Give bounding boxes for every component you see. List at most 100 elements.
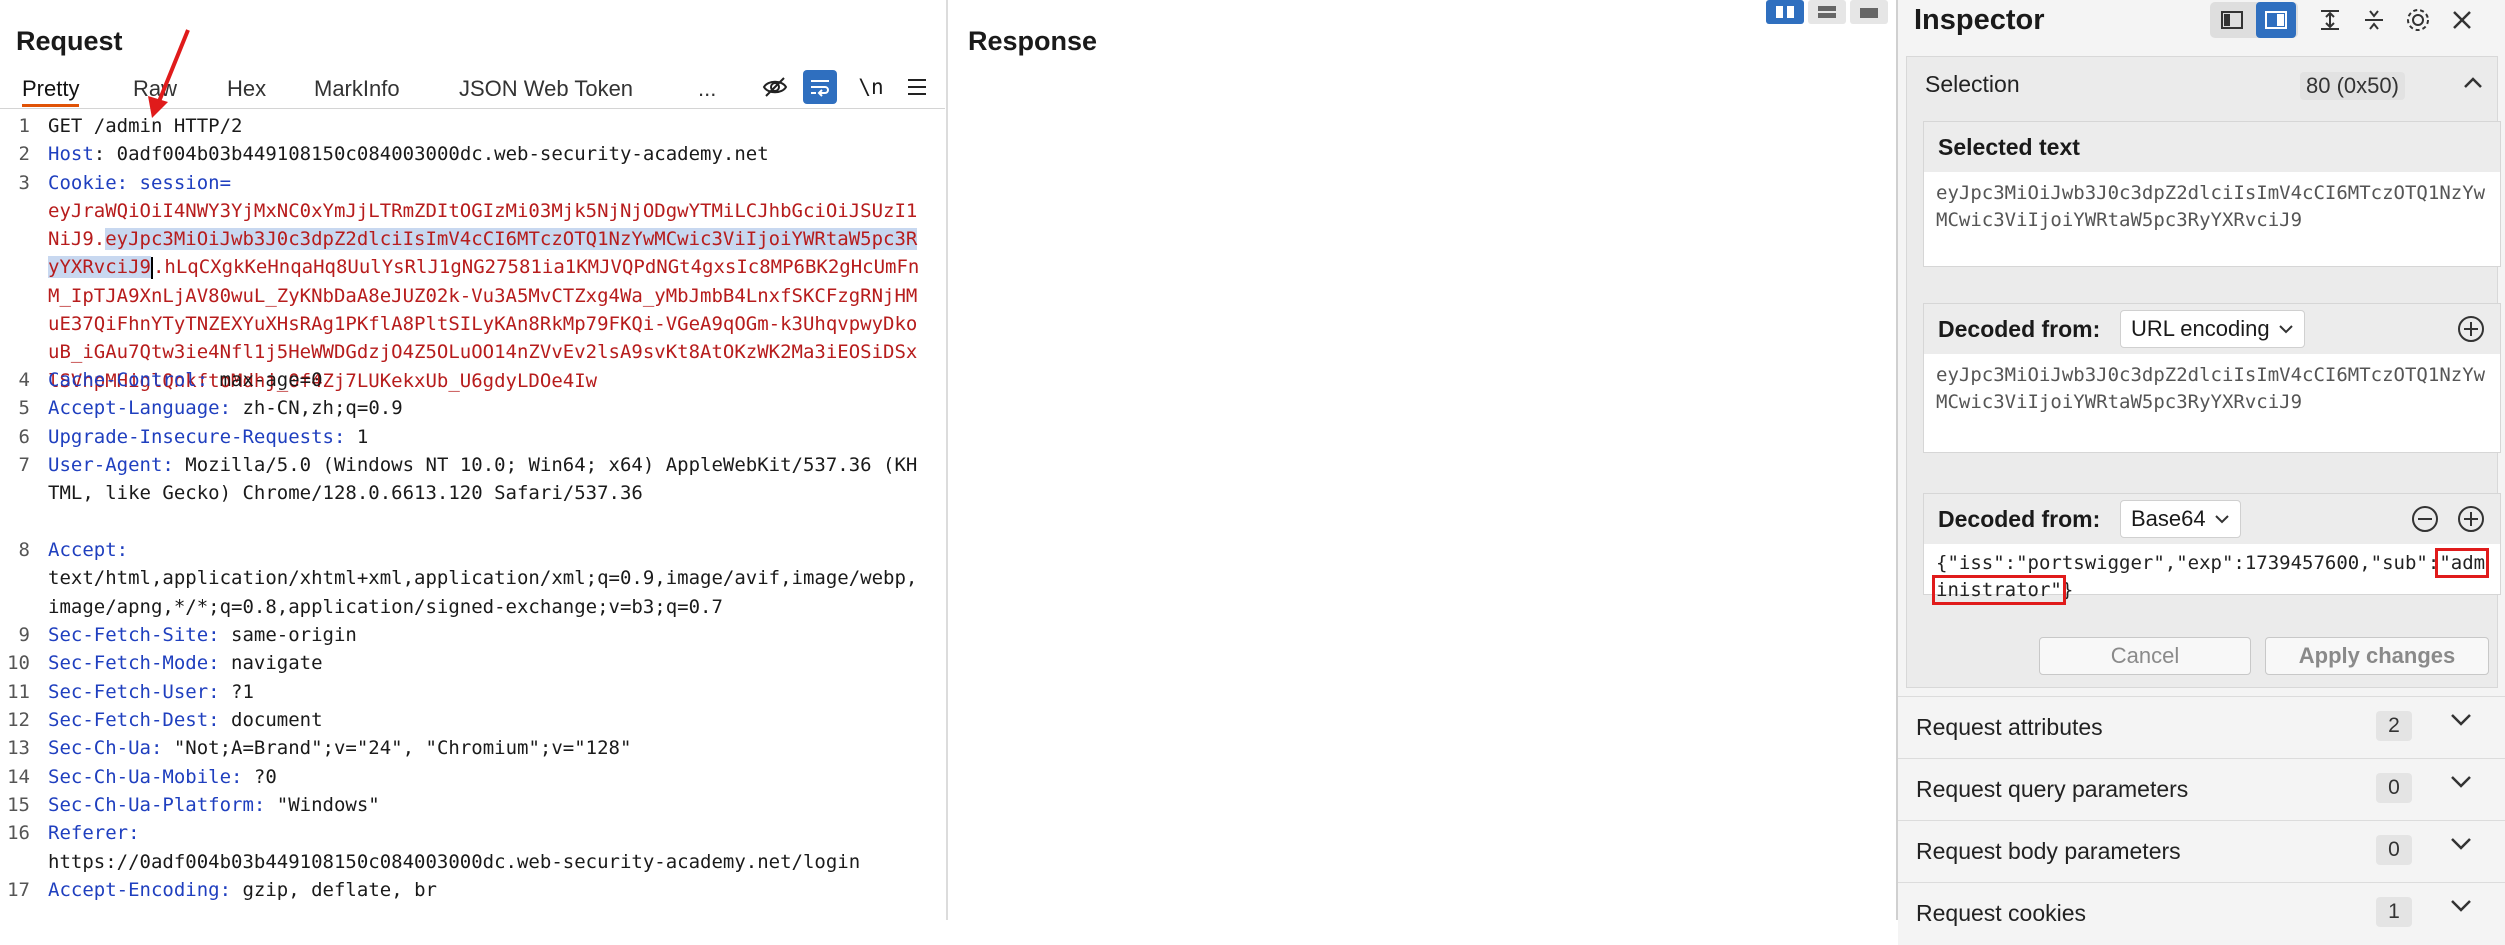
line-number: 4 bbox=[18, 369, 30, 391]
header-line: Sec-Ch-Ua-Mobile: ?0 bbox=[48, 765, 277, 788]
line-number: 13 bbox=[7, 737, 30, 760]
decoded-url-card: Decoded from: URL encoding eyJpc3MiOiJwb… bbox=[1923, 303, 2501, 453]
line-number: 16 bbox=[7, 822, 30, 845]
line-number: 17 bbox=[7, 879, 30, 901]
header-line: Accept-Encoding: gzip, deflate, br bbox=[48, 879, 437, 901]
line-number: 2 bbox=[18, 143, 30, 166]
selected-text-card: Selected text eyJpc3MiOiJwb3J0c3dpZ2dlci… bbox=[1923, 121, 2501, 267]
request-editor[interactable]: 1 GET /admin HTTP/2 2 Host: 0adf004b03b4… bbox=[0, 112, 945, 920]
header-line: Accept: text/html,application/xhtml+xml,a… bbox=[48, 539, 918, 618]
line-number: 6 bbox=[18, 425, 30, 448]
line-number: 10 bbox=[7, 652, 30, 675]
header-name: Sec-Ch-Ua-Mobile bbox=[48, 765, 232, 788]
encoding-dropdown[interactable]: Base64 bbox=[2120, 500, 2241, 538]
menu-icon[interactable] bbox=[900, 70, 934, 104]
layout-stacked-icon[interactable] bbox=[1808, 0, 1846, 24]
cancel-button[interactable]: Cancel bbox=[2039, 637, 2251, 675]
chevron-down-icon[interactable] bbox=[2450, 837, 2472, 851]
header-name: Accept bbox=[48, 539, 117, 561]
header-value: document bbox=[231, 709, 323, 731]
line-number: 7 bbox=[18, 454, 30, 476]
newline-toggle[interactable]: \n bbox=[854, 70, 888, 104]
encoding-selected: Base64 bbox=[2131, 506, 2206, 531]
header-value: 0adf004b03b449108150c084003000dc.web-sec… bbox=[116, 143, 769, 166]
section-label: Request query parameters bbox=[1916, 776, 2189, 802]
encoding-dropdown[interactable]: URL encoding bbox=[2120, 310, 2305, 348]
line-number: 11 bbox=[7, 680, 30, 703]
selection-label: Selection bbox=[1925, 71, 2020, 97]
header-line: Sec-Fetch-Dest: document bbox=[48, 709, 323, 731]
remove-decoding-icon[interactable] bbox=[2410, 504, 2440, 534]
expand-all-icon[interactable] bbox=[2310, 2, 2350, 38]
annotation-arrow-icon bbox=[148, 29, 190, 118]
add-decoding-icon[interactable] bbox=[2456, 504, 2486, 534]
tab-json-web-token[interactable]: JSON Web Token bbox=[459, 76, 633, 102]
section-label: Request body parameters bbox=[1916, 838, 2181, 864]
header-value: text/html,application/xhtml+xml,applicat… bbox=[48, 567, 918, 618]
header-value: "Windows" bbox=[276, 794, 380, 816]
layout-side-by-side-icon[interactable] bbox=[1766, 0, 1804, 24]
header-value: "Not;A=Brand";v="24", "Chromium";v="128" bbox=[173, 737, 632, 760]
chevron-down-icon[interactable] bbox=[2450, 775, 2472, 789]
header-line: User-Agent: Mozilla/5.0 (Windows NT 10.0… bbox=[48, 454, 918, 505]
header-line: Sec-Fetch-Site: same-origin bbox=[48, 624, 357, 646]
header-name: Sec-Fetch-User bbox=[48, 680, 209, 703]
decoded-json-suffix: } bbox=[2061, 579, 2074, 601]
header-name: Upgrade-Insecure-Requests bbox=[48, 425, 334, 448]
selected-text-header: Selected text bbox=[1924, 122, 2500, 172]
chevron-down-icon bbox=[2278, 325, 2293, 334]
chevron-down-icon[interactable] bbox=[2450, 899, 2472, 913]
selected-text-label: Selected text bbox=[1938, 134, 2080, 160]
selected-text-value[interactable]: eyJpc3MiOiJwb3J0c3dpZ2dlciIsImV4cCI6MTcz… bbox=[1936, 180, 2486, 234]
settings-gear-icon[interactable] bbox=[2398, 2, 2438, 38]
header-name: Sec-Ch-Ua-Platform bbox=[48, 794, 254, 816]
header-value: https://0adf004b03b449108150c084003000dc… bbox=[48, 850, 861, 873]
inspector-view-list-icon[interactable] bbox=[2212, 2, 2252, 38]
request-query-parameters-row[interactable]: Request query parameters 0 bbox=[1898, 758, 2505, 821]
header-name: Referer bbox=[48, 822, 129, 845]
request-body-parameters-row[interactable]: Request body parameters 0 bbox=[1898, 820, 2505, 883]
word-wrap-icon[interactable] bbox=[803, 70, 837, 104]
line-number: 14 bbox=[7, 765, 30, 788]
tab-more[interactable]: ... bbox=[698, 76, 716, 102]
header-line: Accept-Language: zh-CN,zh;q=0.9 bbox=[48, 397, 403, 420]
request-attributes-row[interactable]: Request attributes 2 bbox=[1898, 696, 2505, 759]
decoded-base64-card: Decoded from: Base64 {"iss":"portswigger… bbox=[1923, 493, 2501, 605]
request-title: Request bbox=[16, 26, 123, 56]
header-name: Sec-Ch-Ua bbox=[48, 737, 151, 760]
layout-tabs-icon[interactable] bbox=[1850, 0, 1888, 24]
section-label: Request cookies bbox=[1916, 900, 2087, 926]
hide-nonprintable-icon[interactable] bbox=[758, 70, 792, 104]
request-cookies-row[interactable]: Request cookies 1 bbox=[1898, 882, 2505, 945]
request-pane: Request Pretty Raw Hex MarkInfo JSON Web… bbox=[0, 0, 945, 920]
apply-changes-button[interactable]: Apply changes bbox=[2265, 637, 2489, 675]
line-number: 9 bbox=[18, 624, 30, 646]
header-value: 1 bbox=[356, 425, 369, 448]
header-name: Cache-Control bbox=[48, 369, 197, 391]
close-icon[interactable] bbox=[2442, 2, 2482, 38]
tab-markinfo[interactable]: MarkInfo bbox=[314, 76, 400, 102]
cookie-header-line: Cookie: session= eyJraWQiOiI4NWY3YjMxNC0… bbox=[48, 171, 920, 392]
selection-section: Selection 80 (0x50) Selected text eyJpc3… bbox=[1906, 56, 2501, 688]
inspector-panel: Inspector Selection 80 (0x50) Selected t… bbox=[1898, 0, 2505, 945]
header-value: max-age=0 bbox=[219, 369, 323, 391]
section-count: 1 bbox=[2376, 897, 2412, 927]
decoded-base64-value[interactable]: {"iss":"portswigger","exp":1739457600,"s… bbox=[1931, 548, 2490, 605]
header-value: zh-CN,zh;q=0.9 bbox=[242, 397, 403, 420]
inspector-view-panel-icon[interactable] bbox=[2256, 2, 2296, 38]
cookie-name: session= bbox=[139, 171, 232, 194]
decoded-base64-header: Decoded from: Base64 bbox=[1924, 494, 2500, 544]
header-line: Sec-Ch-Ua-Platform: "Windows" bbox=[48, 794, 380, 816]
header-value: gzip, deflate, br bbox=[242, 879, 437, 901]
add-decoding-icon[interactable] bbox=[2456, 314, 2486, 344]
tab-pretty[interactable]: Pretty bbox=[22, 76, 80, 107]
chevron-down-icon[interactable] bbox=[2450, 713, 2472, 727]
chevron-up-icon[interactable] bbox=[2457, 67, 2489, 99]
line-number: 12 bbox=[7, 709, 30, 731]
collapse-all-icon[interactable] bbox=[2354, 2, 2394, 38]
decoded-url-value[interactable]: eyJpc3MiOiJwb3J0c3dpZ2dlciIsImV4cCI6MTcz… bbox=[1936, 362, 2486, 416]
response-pane: Response bbox=[948, 0, 1896, 920]
header-name: Accept-Encoding bbox=[48, 879, 220, 901]
tab-hex[interactable]: Hex bbox=[227, 76, 266, 102]
section-count: 2 bbox=[2376, 711, 2412, 741]
